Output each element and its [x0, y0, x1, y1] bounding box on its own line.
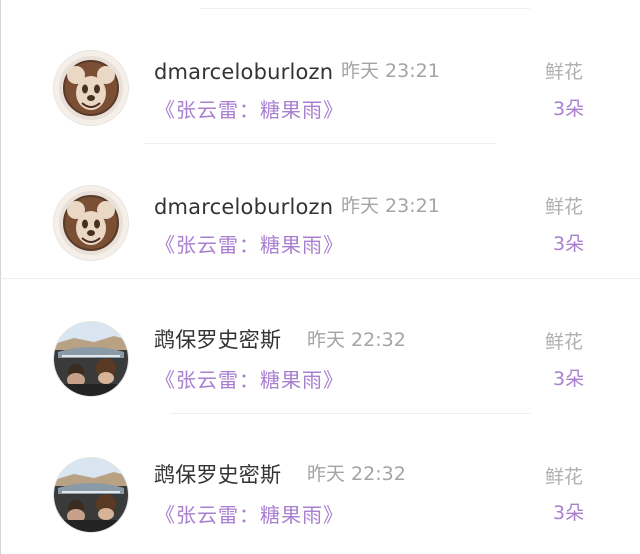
username[interactable]: 鹉保罗史密斯 [154, 326, 281, 354]
song-title-link[interactable]: 《张云雷：糖果雨》 [155, 366, 344, 394]
song-title-link[interactable]: 《张云雷：糖果雨》 [155, 501, 344, 529]
timestamp: 昨天 22:32 [307, 463, 406, 485]
list-item[interactable]: 鹉保罗史密斯 昨天 22:32 《张云雷：糖果雨》 鲜花 3朵 [0, 414, 640, 549]
mickey-latte-art-avatar[interactable] [54, 186, 128, 260]
gift-name: 鲜花 [545, 61, 584, 83]
convertible-car-photo-avatar[interactable] [54, 458, 128, 532]
convertible-car-photo-avatar[interactable] [54, 322, 128, 396]
timestamp: 昨天 22:32 [307, 329, 406, 351]
username[interactable]: dmarceloburlozn [154, 193, 333, 221]
list-item[interactable]: 鹉保罗史密斯 昨天 22:32 《张云雷：糖果雨》 鲜花 3朵 [0, 279, 640, 414]
gift-name: 鲜花 [545, 466, 584, 488]
gift-count: 3朵 [553, 98, 585, 120]
gift-count: 3朵 [553, 233, 585, 255]
username[interactable]: dmarceloburlozn [154, 58, 333, 86]
song-title-link[interactable]: 《张云雷：糖果雨》 [155, 231, 344, 259]
gift-count: 3朵 [553, 502, 585, 524]
username[interactable]: 鹉保罗史密斯 [154, 461, 281, 489]
latte-art-image [54, 51, 128, 125]
gift-record-page: dmarceloburlozn 昨天 23:21 《张云雷：糖果雨》 鲜花 3朵 [0, 0, 640, 554]
gift-count: 3朵 [553, 368, 585, 390]
list-item[interactable]: dmarceloburlozn 昨天 23:21 《张云雷：糖果雨》 鲜花 3朵 [0, 0, 640, 135]
timestamp: 昨天 23:21 [341, 60, 440, 82]
latte-art-image [54, 186, 128, 260]
song-title-link[interactable]: 《张云雷：糖果雨》 [155, 96, 344, 124]
gift-name: 鲜花 [545, 331, 584, 353]
car-photo-image [54, 458, 128, 532]
mickey-latte-art-avatar[interactable] [54, 51, 128, 125]
gift-name: 鲜花 [545, 196, 584, 218]
car-photo-image [54, 322, 128, 396]
gift-message-list: dmarceloburlozn 昨天 23:21 《张云雷：糖果雨》 鲜花 3朵 [0, 0, 640, 554]
timestamp: 昨天 23:21 [341, 195, 440, 217]
list-item[interactable]: dmarceloburlozn 昨天 23:21 《张云雷：糖果雨》 鲜花 3朵 [0, 136, 640, 271]
